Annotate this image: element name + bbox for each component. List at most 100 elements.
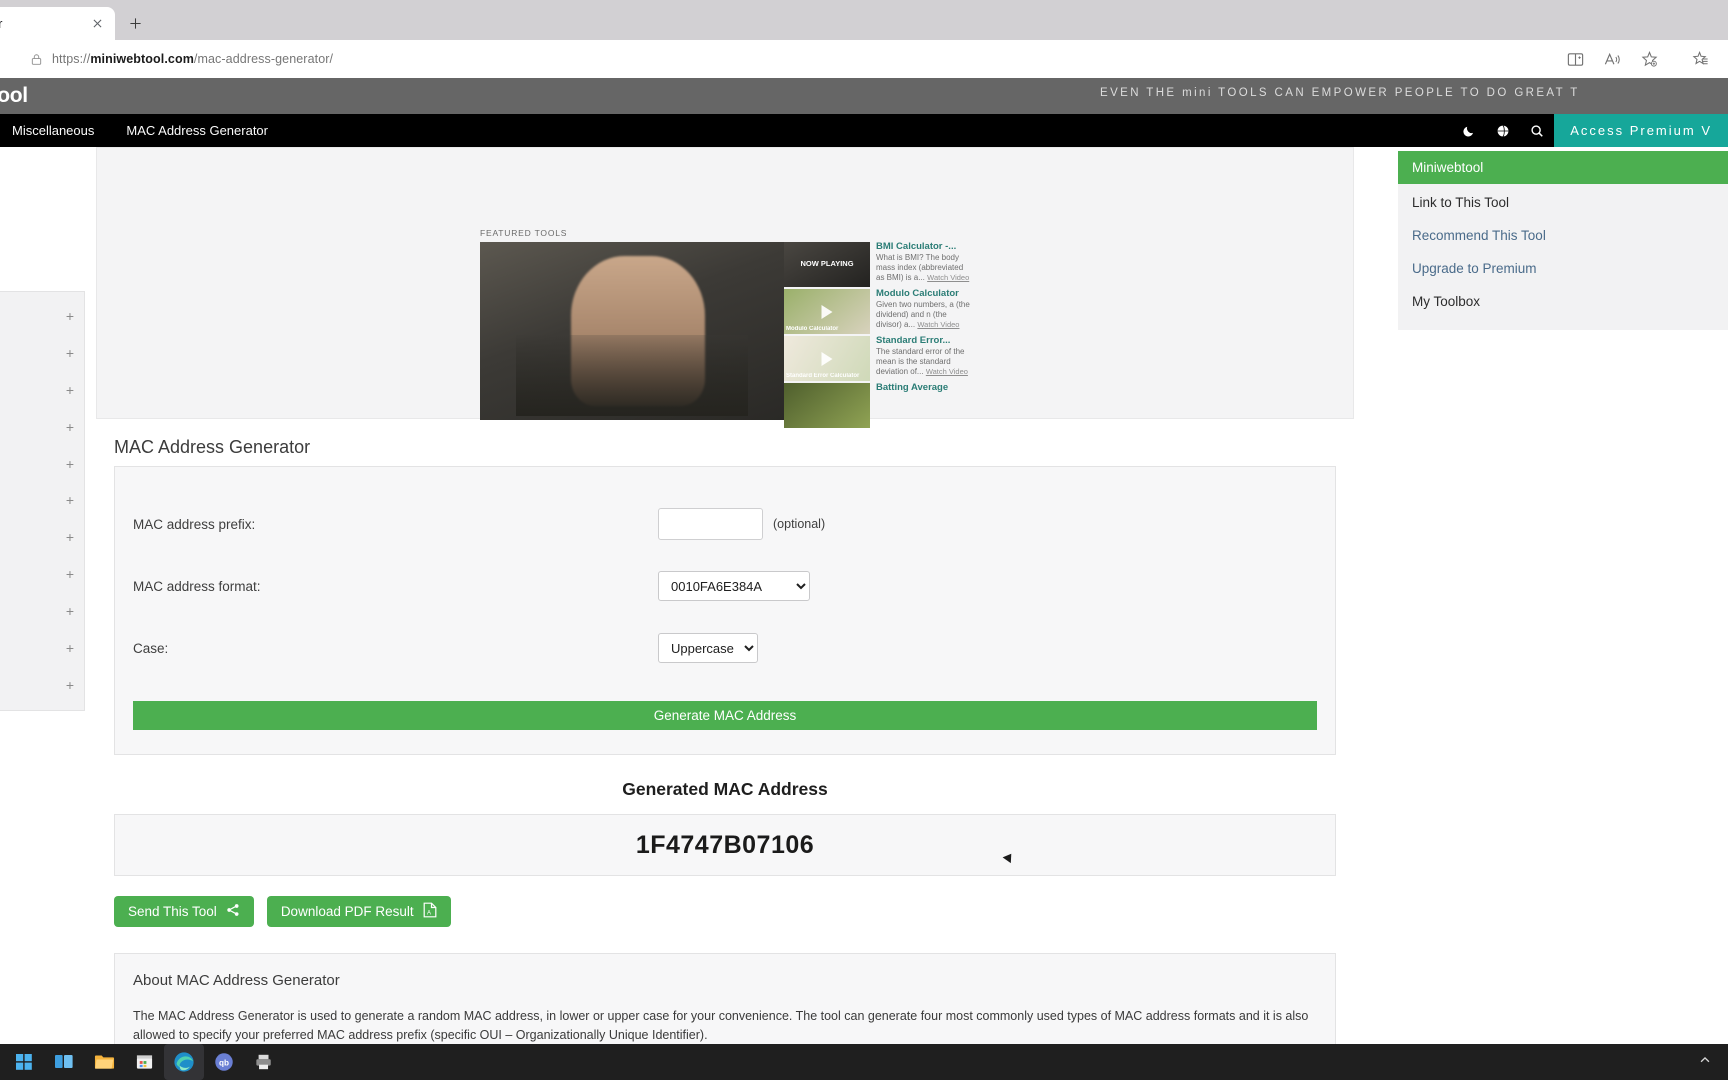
- link-to-this-tool[interactable]: Link to This Tool: [1398, 186, 1728, 219]
- right-sidebar-links: Link to This Tool Recommend This Tool Up…: [1398, 184, 1728, 330]
- featured-tools-label: FEATURED TOOLS: [480, 228, 568, 238]
- sidebar-item[interactable]: 17) +: [0, 446, 84, 483]
- qbittorrent-icon[interactable]: qb: [204, 1044, 244, 1080]
- download-pdf-result-button[interactable]: Download PDF Result A: [266, 896, 451, 927]
- sidebar-item[interactable]: cksum (8) +: [0, 630, 84, 667]
- playlist-item[interactable]: Batting Average: [784, 383, 972, 428]
- play-icon[interactable]: [821, 351, 833, 366]
- playlist-item-description: The standard error of the mean is the st…: [876, 347, 972, 377]
- about-card: About MAC Address Generator The MAC Addr…: [114, 953, 1336, 1044]
- read-aloud-icon[interactable]: [1603, 50, 1622, 69]
- playlist-item-title[interactable]: Batting Average: [876, 383, 948, 394]
- close-icon[interactable]: [87, 14, 107, 34]
- my-toolbox[interactable]: My Toolbox: [1398, 285, 1728, 318]
- collections-icon[interactable]: [1691, 50, 1710, 69]
- sidebar-item[interactable]: ators (121) +: [0, 335, 84, 372]
- playlist-item-title[interactable]: Standard Error...: [876, 336, 972, 347]
- expand-plus-icon[interactable]: +: [60, 565, 74, 584]
- left-sidebar: y ool ive Web + ators (121) + ness (31) …: [0, 147, 85, 711]
- playlist-item[interactable]: Modulo Calculator Modulo Calculator Give…: [784, 289, 972, 334]
- sidebar-item[interactable]: i +: [0, 519, 84, 556]
- search-icon[interactable]: [1520, 114, 1554, 147]
- expand-plus-icon[interactable]: +: [60, 307, 74, 326]
- upgrade-to-premium[interactable]: Upgrade to Premium: [1398, 252, 1728, 285]
- result-heading: Generated MAC Address: [622, 779, 828, 799]
- task-view-icon[interactable]: [44, 1044, 84, 1080]
- left-sidebar-top: y ool: [0, 147, 85, 231]
- add-favorite-icon[interactable]: [1640, 50, 1659, 69]
- video-thumbnail[interactable]: [784, 383, 870, 428]
- optional-note: (optional): [773, 517, 826, 531]
- watch-video-link[interactable]: Watch Video: [926, 367, 968, 376]
- start-icon[interactable]: [4, 1044, 44, 1080]
- expand-plus-icon[interactable]: +: [60, 491, 74, 510]
- expand-plus-icon[interactable]: +: [60, 381, 74, 400]
- taskbar-tray: [1698, 1053, 1728, 1072]
- video-thumbnail[interactable]: NOW PLAYING: [784, 242, 870, 287]
- new-tab-button[interactable]: [121, 9, 149, 37]
- watch-video-link[interactable]: Watch Video: [927, 273, 969, 282]
- sidebar-item[interactable]: ols (10) +: [0, 593, 84, 630]
- expand-plus-icon[interactable]: +: [60, 455, 74, 474]
- url-text: https://miniwebtool.com/mac-address-gene…: [52, 52, 333, 66]
- send-this-tool-button[interactable]: Send This Tool: [114, 896, 254, 927]
- sidebar-item[interactable]: (27) +: [0, 556, 84, 593]
- expand-plus-icon[interactable]: +: [60, 418, 74, 437]
- mac-format-select[interactable]: 0010FA6E384A00:10:FA:6E:38:4A00-10-FA-6E…: [658, 571, 810, 601]
- playlist-item-title[interactable]: Modulo Calculator: [876, 289, 972, 300]
- site-logo[interactable]: btool: [0, 84, 28, 108]
- sidebar-item[interactable]: ive Web +: [0, 298, 84, 335]
- playlist-item[interactable]: Standard Error Calculator Standard Error…: [784, 336, 972, 381]
- svg-text:A: A: [427, 911, 431, 917]
- right-sidebar-header: Miniwebtool: [1398, 151, 1728, 184]
- playlist-item[interactable]: NOW PLAYING BMI Calculator -... What is …: [784, 242, 972, 287]
- access-premium-button[interactable]: Access Premium V: [1554, 114, 1728, 147]
- playlist-item-text: Batting Average: [870, 383, 948, 428]
- expand-plus-icon[interactable]: +: [60, 602, 74, 621]
- sidebar-item[interactable]: ness (31) +: [0, 372, 84, 409]
- sidebar-item[interactable]: (109) +: [0, 667, 84, 704]
- playlist-item-title[interactable]: BMI Calculator -...: [876, 242, 972, 253]
- play-icon[interactable]: [821, 304, 833, 319]
- edge-browser-icon[interactable]: [164, 1044, 204, 1080]
- browser-tab[interactable]: ress Generator: [0, 7, 115, 40]
- globe-icon[interactable]: [1486, 114, 1520, 147]
- sidebar-item[interactable]: +: [0, 482, 84, 519]
- playlist-item-text: BMI Calculator -... What is BMI? The bod…: [870, 242, 972, 287]
- windows-taskbar: qb: [0, 1044, 1728, 1080]
- split-screen-icon[interactable]: [1566, 50, 1585, 69]
- video-thumbnail[interactable]: Standard Error Calculator: [784, 336, 870, 381]
- watch-video-link[interactable]: Watch Video: [917, 320, 959, 329]
- main-content: FEATURED TOOLS NOW PLAYING BMI Calculato…: [96, 147, 1354, 1044]
- nav-link-miscellaneous[interactable]: Miscellaneous: [12, 123, 94, 138]
- result-box: 1F4747B07106: [114, 814, 1336, 876]
- expand-plus-icon[interactable]: +: [60, 639, 74, 658]
- mac-prefix-label: MAC address prefix:: [133, 516, 256, 532]
- playlist-item-text: Standard Error... The standard error of …: [870, 336, 972, 381]
- expand-plus-icon[interactable]: +: [60, 344, 74, 363]
- case-select[interactable]: UppercaseLowercase: [658, 633, 758, 663]
- recommend-this-tool[interactable]: Recommend This Tool: [1398, 219, 1728, 252]
- tab-strip: ress Generator: [0, 0, 1728, 40]
- hero-video-player[interactable]: [480, 242, 784, 420]
- video-thumbnail[interactable]: Modulo Calculator: [784, 289, 870, 334]
- file-explorer-icon[interactable]: [84, 1044, 124, 1080]
- playlist-item-text: Modulo Calculator Given two numbers, a (…: [870, 289, 972, 334]
- expand-plus-icon[interactable]: +: [60, 676, 74, 695]
- featured-tools-card: FEATURED TOOLS NOW PLAYING BMI Calculato…: [96, 147, 1354, 428]
- expand-plus-icon[interactable]: +: [60, 528, 74, 547]
- left-sidebar-line-1: y: [0, 155, 85, 178]
- sidebar-item[interactable]: +: [0, 409, 84, 446]
- address-bar[interactable]: https://miniwebtool.com/mac-address-gene…: [20, 45, 1560, 73]
- page-body: y ool ive Web + ators (121) + ness (31) …: [0, 147, 1728, 1044]
- nav-link-mac-address-generator[interactable]: MAC Address Generator: [126, 123, 268, 138]
- printer-icon[interactable]: [244, 1044, 284, 1080]
- right-sidebar: Miniwebtool Link to This Tool Recommend …: [1398, 151, 1728, 330]
- case-label: Case:: [133, 640, 169, 656]
- generate-mac-address-button[interactable]: Generate MAC Address: [133, 701, 1317, 730]
- show-hidden-icons-chevron-icon[interactable]: [1698, 1053, 1712, 1072]
- moon-icon[interactable]: [1452, 114, 1486, 147]
- url-prefix: https://: [52, 52, 91, 66]
- mac-prefix-input[interactable]: [658, 508, 763, 540]
- microsoft-store-icon[interactable]: [124, 1044, 164, 1080]
